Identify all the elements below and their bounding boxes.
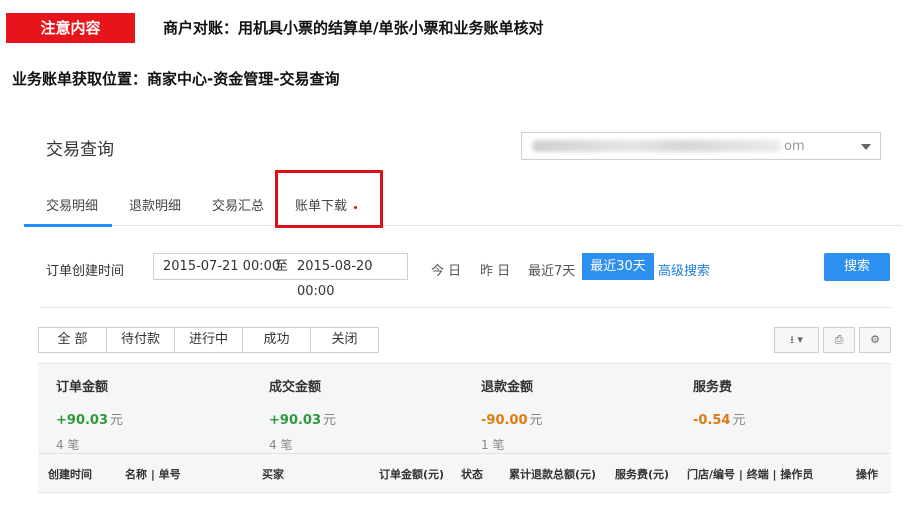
- advanced-search-link[interactable]: 高级搜索: [658, 260, 710, 279]
- status-success[interactable]: 成功: [242, 327, 311, 353]
- settings-icon: ⚙: [870, 333, 880, 346]
- annotation-location: 业务账单获取位置：商家中心-资金管理-交易查询: [12, 70, 340, 88]
- summary-label: 退款金额: [481, 380, 534, 395]
- summary-label: 订单金额: [56, 380, 109, 395]
- section-divider: [40, 307, 891, 308]
- summary-amount: +90.03 元: [269, 413, 337, 428]
- start-date[interactable]: 2015-07-21 00:00: [163, 254, 280, 279]
- column-header: 操作: [856, 468, 878, 481]
- summary-amount: -0.54 元: [693, 413, 746, 428]
- summary-order-amount: 订单金额 +90.03 元 4 笔: [56, 376, 123, 453]
- account-select[interactable]: om: [521, 132, 881, 160]
- column-header: 创建时间: [48, 468, 92, 481]
- print-button[interactable]: ⎙: [823, 327, 855, 353]
- status-closed[interactable]: 关闭: [310, 327, 379, 353]
- chevron-down-icon: [861, 144, 871, 150]
- highlight-box: [275, 170, 383, 228]
- summary-count: 4 笔: [269, 438, 293, 452]
- column-header: 累计退款总额(元): [509, 468, 597, 481]
- quick-yesterday[interactable]: 昨 日: [480, 260, 510, 279]
- page-title: 交易查询: [46, 140, 114, 160]
- search-button[interactable]: 搜索: [824, 253, 890, 281]
- note-tag: 注意内容: [6, 13, 135, 43]
- column-header: 服务费(元): [615, 468, 670, 481]
- summary-refund-amount: 退款金额 -90.00 元 1 笔: [481, 376, 543, 453]
- status-in-progress[interactable]: 进行中: [174, 327, 243, 353]
- settings-button[interactable]: ⚙: [859, 327, 891, 353]
- summary-label: 服务费: [693, 380, 733, 395]
- tab-transaction-detail[interactable]: 交易明细: [46, 195, 98, 214]
- active-tab-indicator: [24, 224, 112, 227]
- end-date[interactable]: 2015-08-20 00:00: [297, 254, 407, 304]
- download-button[interactable]: ⭳ ▾: [774, 327, 819, 353]
- quick-last-30-days[interactable]: 最近30天: [582, 253, 654, 280]
- summary-count: 1 笔: [481, 438, 505, 452]
- download-icon: ⭳ ▾: [790, 333, 803, 346]
- account-blurred-text: [532, 140, 782, 152]
- tabs-divider: [24, 225, 902, 226]
- summary-deal-amount: 成交金额 +90.03 元 4 笔: [269, 376, 336, 453]
- summary-label: 成交金额: [269, 380, 322, 395]
- column-header: 订单金额(元): [379, 468, 445, 481]
- annotation-dot: [354, 206, 357, 209]
- account-suffix: om: [784, 139, 805, 154]
- date-filter-label: 订单创建时间: [46, 264, 125, 279]
- tab-refund-detail[interactable]: 退款明细: [129, 195, 181, 214]
- tab-transaction-summary[interactable]: 交易汇总: [212, 195, 264, 214]
- status-pending-payment[interactable]: 待付款: [106, 327, 175, 353]
- column-header: 状态: [461, 468, 483, 481]
- summary-amount: +90.03 元: [56, 413, 124, 428]
- column-header: 买家: [262, 468, 284, 481]
- date-range-input[interactable]: 2015-07-21 00:00 至 2015-08-20 00:00: [153, 253, 408, 299]
- summary-panel: 订单金额 +90.03 元 4 笔 成交金额 +90.03 元 4 笔 退款金额 -…: [38, 363, 891, 454]
- date-separator: 至: [275, 259, 289, 274]
- quick-last-7-days[interactable]: 最近7天: [528, 260, 575, 279]
- annotation-heading: 商户对账：用机具小票的结算单/单张小票和业务账单核对: [163, 19, 544, 37]
- summary-service-fee: 服务费 -0.54 元: [693, 376, 746, 436]
- status-filter-group: 全 部 待付款 进行中 成功 关闭: [38, 327, 379, 353]
- summary-amount: -90.00 元: [481, 413, 543, 428]
- print-icon: ⎙: [834, 333, 844, 346]
- table-header: 创建时间 名称 | 单号 买家 订单金额(元) 状态 累计退款总额(元) 服务费…: [38, 453, 891, 493]
- summary-count: 4 笔: [56, 438, 80, 452]
- quick-today[interactable]: 今 日: [431, 260, 461, 279]
- status-all[interactable]: 全 部: [38, 327, 107, 353]
- column-header: 名称 | 单号: [125, 468, 181, 481]
- column-header: 门店/编号 | 终端 | 操作员: [687, 468, 814, 481]
